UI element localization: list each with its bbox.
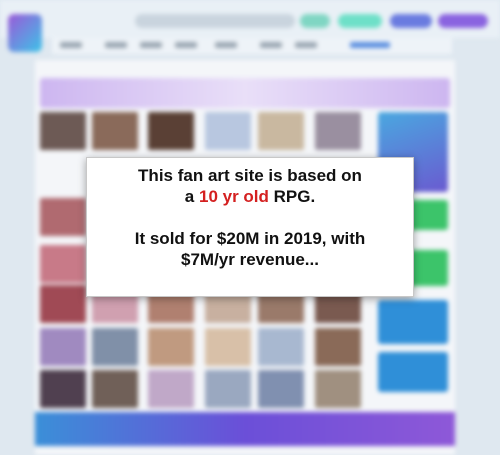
gallery-thumbnail[interactable] [148,370,194,408]
gallery-thumbnail[interactable] [205,112,251,150]
caption-line-4: $7M/yr revenue... [181,250,319,269]
gallery-thumbnail[interactable] [315,328,361,366]
site-logo-icon[interactable] [8,14,42,52]
nav-item[interactable] [140,42,162,48]
gallery-thumbnail[interactable] [315,370,361,408]
nav-item[interactable] [215,42,237,48]
signup-button[interactable] [390,14,432,28]
join-button[interactable] [438,14,488,28]
gallery-thumbnail[interactable] [92,112,138,150]
nav-item[interactable] [350,42,390,48]
caption-line-3: It sold for $20M in 2019, with [134,229,366,248]
header-button[interactable] [338,14,382,28]
gallery-thumbnail[interactable] [92,370,138,408]
gallery-thumbnail[interactable] [40,328,86,366]
gallery-thumbnail[interactable] [258,328,304,366]
gallery-thumbnail[interactable] [315,112,361,150]
gallery-thumbnail[interactable] [148,328,194,366]
nav-item[interactable] [60,42,82,48]
nav-item[interactable] [260,42,282,48]
gallery-thumbnail[interactable] [258,112,304,150]
gallery-thumbnail[interactable] [205,370,251,408]
promo-banner[interactable] [40,78,450,108]
caption-line-2-end: RPG. [268,187,316,206]
gallery-thumbnail[interactable] [40,370,86,408]
caption-overlay-card: This fan art site is based on a 10 yr ol… [86,157,414,297]
gallery-thumbnail[interactable] [92,328,138,366]
gallery-thumbnail[interactable] [40,285,86,323]
caption-line-2-start: a [184,187,199,206]
gallery-thumbnail[interactable] [205,328,251,366]
bottom-promo-banner[interactable] [35,412,455,446]
nav-item[interactable] [175,42,197,48]
gallery-thumbnail[interactable] [258,370,304,408]
gallery-thumbnail[interactable] [40,112,86,150]
caption-line-1: This fan art site is based on [138,166,362,185]
caption-highlight: 10 yr old [198,187,269,206]
gallery-thumbnail[interactable] [148,112,194,150]
sidebar-blue-panel[interactable] [378,352,448,392]
sidebar-blue-panel[interactable] [378,300,448,344]
nav-item[interactable] [105,42,127,48]
header-link[interactable] [300,14,330,28]
gallery-thumbnail[interactable] [40,198,86,236]
caption-line-2: a 10 yr old RPG. [87,186,413,207]
gallery-thumbnail[interactable] [40,245,86,283]
search-input[interactable] [135,14,295,28]
nav-item[interactable] [295,42,317,48]
